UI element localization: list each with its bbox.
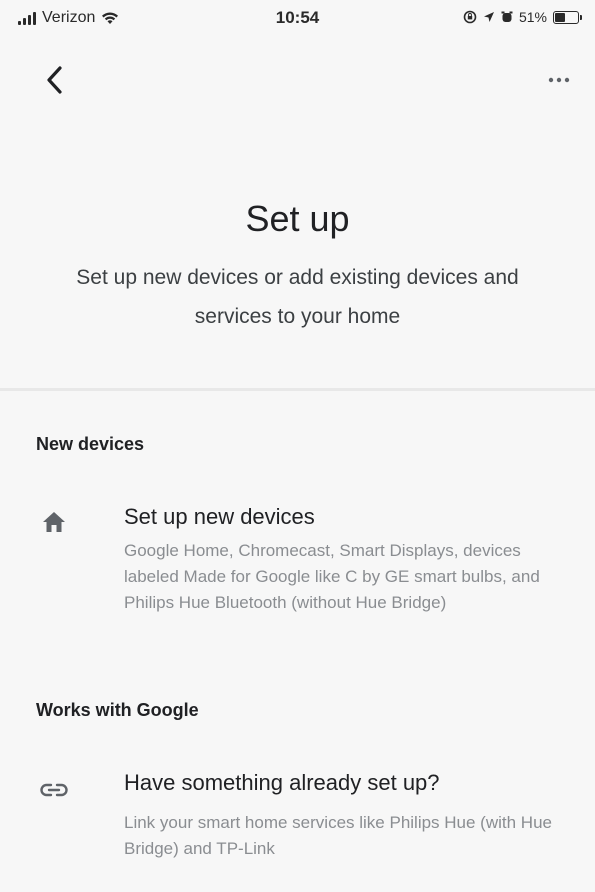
page-title: Set up — [245, 198, 350, 239]
list-item-link-services[interactable]: Have something already set up? Link your… — [0, 760, 595, 870]
list-item-setup-new-devices[interactable]: Set up new devices Google Home, Chromeca… — [0, 496, 595, 656]
item-title: Have something already set up? — [124, 770, 440, 795]
link-icon — [36, 772, 72, 808]
battery-fill — [555, 12, 565, 22]
alarm-icon — [501, 11, 513, 22]
item-description: Google Home, Chromecast, Smart Displays,… — [124, 541, 540, 612]
section-divider — [0, 388, 595, 391]
location-icon — [483, 12, 494, 22]
more-horizontal-icon — [548, 77, 570, 83]
battery-percent: 51% — [518, 9, 547, 25]
section-header-works-with-google: Works with Google — [36, 700, 199, 720]
page-subtitle: Set up new devices or add existing devic… — [76, 266, 519, 328]
status-right: 51% — [463, 9, 582, 25]
home-icon — [36, 504, 72, 540]
status-bar: Verizon 10:54 51% — [0, 0, 595, 40]
more-options-button[interactable] — [535, 56, 583, 104]
item-description: Link your smart home services like Phili… — [124, 813, 552, 858]
back-button[interactable] — [30, 56, 78, 104]
chevron-left-icon — [47, 66, 62, 94]
battery-icon — [553, 10, 582, 24]
orientation-lock-icon — [463, 10, 477, 24]
setup-screen: Verizon 10:54 51% Set up Set up new devi… — [0, 0, 595, 892]
item-title: Set up new devices — [124, 504, 315, 529]
section-header-new-devices: New devices — [36, 434, 145, 454]
